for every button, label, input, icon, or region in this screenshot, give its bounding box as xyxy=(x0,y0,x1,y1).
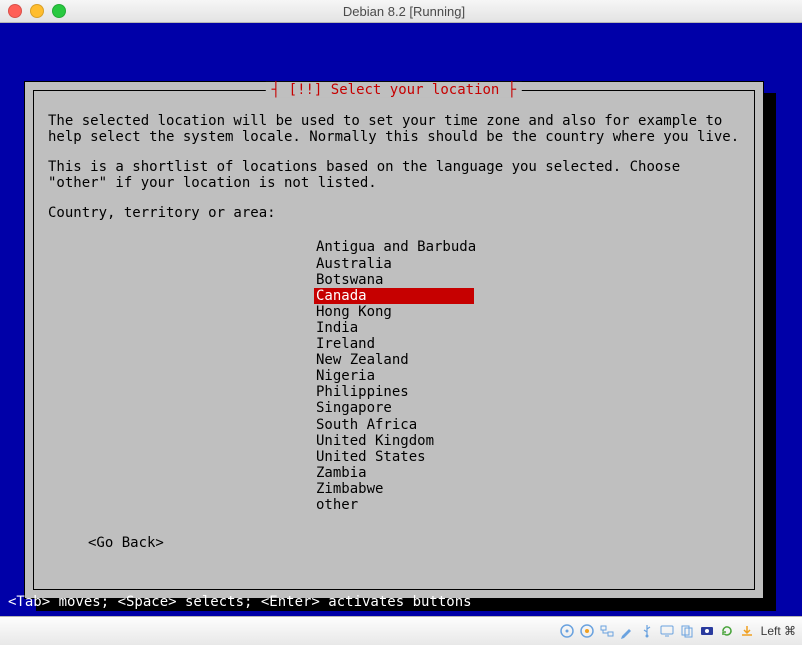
optical-disc-icon[interactable] xyxy=(559,623,575,639)
dialog-text-2: This is a shortlist of locations based o… xyxy=(48,159,740,191)
keyboard-hint: <Tab> moves; <Space> selects; <Enter> ac… xyxy=(8,594,472,610)
location-option[interactable]: New Zealand xyxy=(314,352,474,368)
zoom-window-button[interactable] xyxy=(52,4,66,18)
location-option[interactable]: United States xyxy=(314,449,474,465)
location-option[interactable]: Botswana xyxy=(314,272,474,288)
traffic-lights xyxy=(8,4,66,18)
dialog-header: ┤ [!!] Select your location ├ xyxy=(266,82,522,98)
location-option[interactable]: Ireland xyxy=(314,336,474,352)
refresh-icon[interactable] xyxy=(719,623,735,639)
dialog-frame: ┤ [!!] Select your location ├ The select… xyxy=(33,90,755,590)
host-key-indicator: Left ⌘ xyxy=(761,624,796,638)
go-back-button[interactable]: <Go Back> xyxy=(88,535,740,551)
display-icon[interactable] xyxy=(659,623,675,639)
window-titlebar: Debian 8.2 [Running] xyxy=(0,0,802,23)
dialog-prompt: Country, territory or area: xyxy=(48,205,740,221)
location-option[interactable]: Canada xyxy=(314,288,474,304)
location-option[interactable]: India xyxy=(314,320,474,336)
location-option[interactable]: Zimbabwe xyxy=(314,481,474,497)
location-option[interactable]: Australia xyxy=(314,256,474,272)
network-icon[interactable] xyxy=(599,623,615,639)
location-option[interactable]: Hong Kong xyxy=(314,304,474,320)
location-option[interactable]: Singapore xyxy=(314,400,474,416)
minimize-window-button[interactable] xyxy=(30,4,44,18)
pencil-icon[interactable] xyxy=(619,623,635,639)
window-title: Debian 8.2 [Running] xyxy=(74,4,734,19)
recorder-icon[interactable] xyxy=(699,623,715,639)
vm-status-bar: Left ⌘ xyxy=(0,616,802,645)
clipboard-icon[interactable] xyxy=(679,623,695,639)
location-option[interactable]: South Africa xyxy=(314,417,474,433)
location-option[interactable]: Nigeria xyxy=(314,368,474,384)
dialog-text-1: The selected location will be used to se… xyxy=(48,113,740,145)
location-option[interactable]: United Kingdom xyxy=(314,433,474,449)
location-option[interactable]: Zambia xyxy=(314,465,474,481)
disc-indicator-icon[interactable] xyxy=(579,623,595,639)
download-icon[interactable] xyxy=(739,623,755,639)
location-dialog: ┤ [!!] Select your location ├ The select… xyxy=(24,81,764,599)
location-option[interactable]: other xyxy=(314,497,474,513)
location-list[interactable]: Antigua and BarbudaAustraliaBotswanaCana… xyxy=(314,239,474,513)
location-option[interactable]: Antigua and Barbuda xyxy=(314,239,474,255)
close-window-button[interactable] xyxy=(8,4,22,18)
dialog-body: The selected location will be used to se… xyxy=(48,113,740,551)
usb-icon[interactable] xyxy=(639,623,655,639)
location-option[interactable]: Philippines xyxy=(314,384,474,400)
installer-console: ┤ [!!] Select your location ├ The select… xyxy=(0,23,802,616)
